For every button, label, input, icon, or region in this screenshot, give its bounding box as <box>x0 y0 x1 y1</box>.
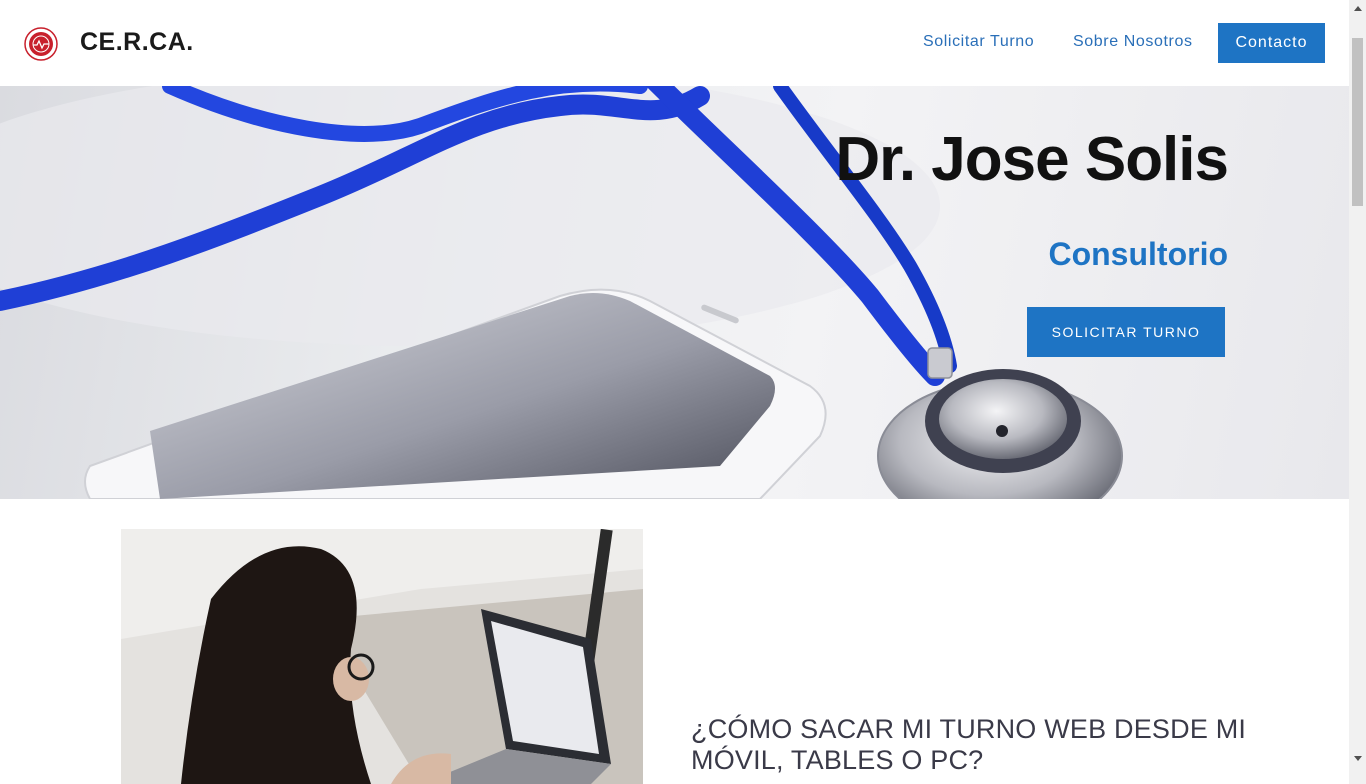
scrollbar-thumb[interactable] <box>1352 38 1363 206</box>
woman-laptop-illustration <box>121 529 643 784</box>
woman-laptop-image <box>121 529 643 784</box>
medical-seal-icon[interactable] <box>24 27 58 61</box>
nav-sobre-nosotros[interactable]: Sobre Nosotros <box>1073 33 1193 51</box>
solicitar-turno-button[interactable]: SOLICITAR TURNO <box>1027 307 1225 357</box>
nav-solicitar-turno[interactable]: Solicitar Turno <box>923 33 1034 51</box>
contact-button[interactable]: Contacto <box>1218 23 1325 63</box>
hero-subtitle: Consultorio <box>1048 236 1228 272</box>
chevron-up-icon[interactable] <box>1354 6 1362 11</box>
hero-title: Dr. Jose Solis <box>835 125 1229 194</box>
page-scrollbar[interactable] <box>1349 0 1366 784</box>
site-header: CE.R.CA. Solicitar Turno Sobre Nosotros … <box>0 0 1349 86</box>
article-title[interactable]: ¿CÓMO SACAR MI TURNO WEB DESDE MI MÓVIL,… <box>691 714 1251 776</box>
hero-banner: Dr. Jose Solis Consultorio SOLICITAR TUR… <box>0 86 1349 499</box>
brand-name[interactable]: CE.R.CA. <box>80 28 194 57</box>
chevron-down-icon[interactable] <box>1354 756 1362 761</box>
